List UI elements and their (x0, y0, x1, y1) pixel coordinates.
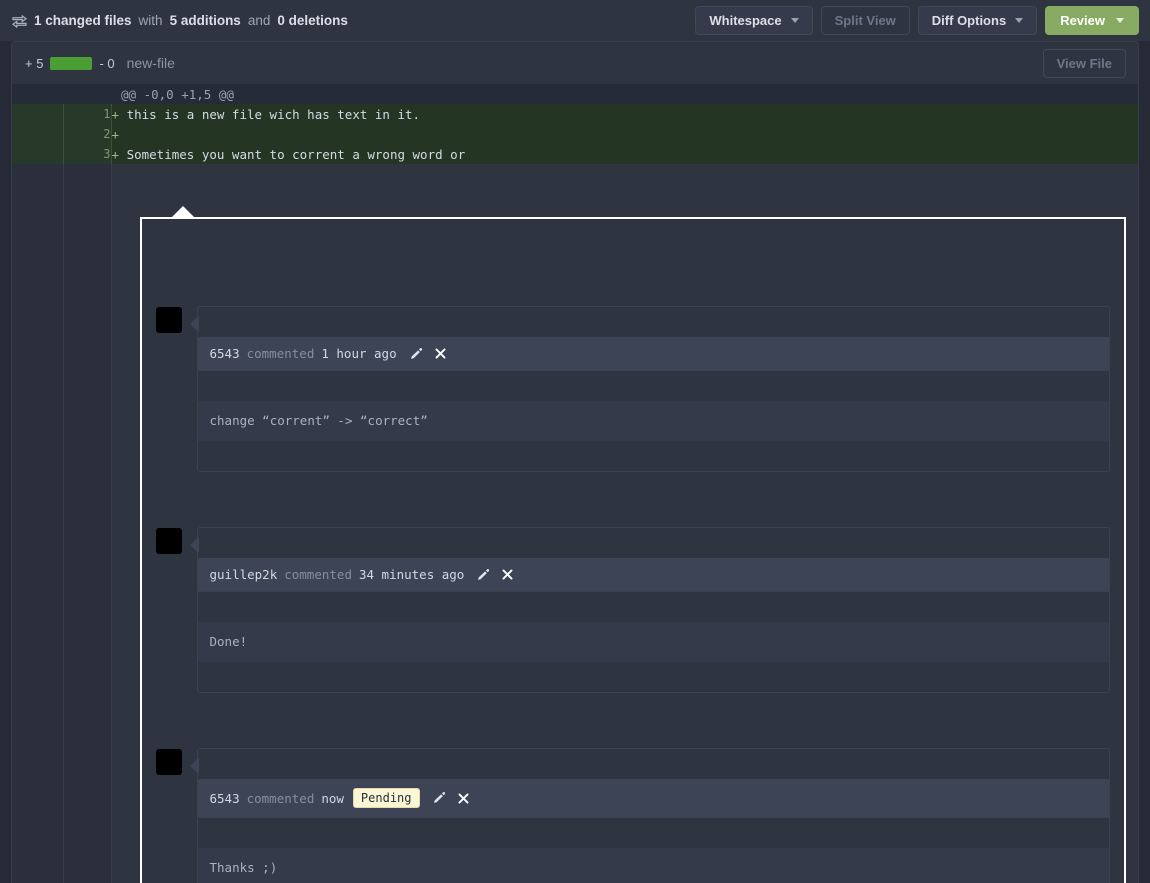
whitespace-button[interactable]: Whitespace (695, 6, 813, 35)
diff-line-2[interactable]: 2 + (12, 124, 1138, 144)
view-file-button[interactable]: View File (1042, 49, 1126, 78)
close-icon[interactable] (501, 568, 514, 581)
comment-timestamp: 34 minutes ago (358, 567, 465, 582)
chevron-down-icon (1116, 18, 1124, 23)
comment-header: 6543 commented now Pending (197, 779, 1109, 818)
comment-author[interactable]: 6543 (210, 791, 240, 806)
comment: 6543 commented 1 hour ago change “corren… (155, 306, 1110, 472)
comment-body: Done! (197, 622, 1109, 662)
changed-files-count: 1 changed files (34, 13, 132, 28)
comment-verb: commented (284, 567, 352, 582)
diff-review-page: 1 changed files with 5 additions and 0 d… (0, 0, 1150, 883)
status-badge: Pending (352, 788, 420, 808)
additions-count: 5 additions (169, 13, 241, 28)
line-code: + Sometimes you want to corrent a wrong … (110, 144, 1138, 164)
summary-with: with (138, 13, 163, 28)
diff-table: @@ -0,0 +1,5 @@ 1 + this is a new file w… (12, 84, 1138, 883)
comment-timestamp: 1 hour ago (321, 346, 397, 361)
diff-options-button[interactable]: Diff Options (917, 6, 1038, 35)
line-marker: + (111, 106, 120, 122)
comment-body: Thanks ;) (197, 848, 1109, 883)
diff-line-3[interactable]: 3 + Sometimes you want to corrent a wron… (12, 144, 1138, 164)
comment-card: 6543 commented 1 hour ago change “corren… (189, 306, 1110, 472)
diff-body: @@ -0,0 +1,5 @@ 1 + this is a new file w… (11, 84, 1139, 883)
comment: guillep2k commented 34 minutes ago Done! (155, 527, 1110, 693)
review-label: Review (1060, 13, 1105, 28)
diff-icon (11, 14, 28, 29)
line-old-num (12, 144, 63, 164)
line-text: Sometimes you want to corrent a wrong wo… (126, 146, 466, 162)
chevron-down-icon (1015, 18, 1024, 23)
summary-and: and (247, 13, 271, 28)
avatar[interactable] (155, 749, 182, 775)
view-file-label: View File (1056, 56, 1112, 71)
review-button[interactable]: Review (1045, 6, 1139, 35)
file-header: + 5 - 0 new-file View File (11, 41, 1139, 84)
line-code: + (110, 124, 1138, 144)
pencil-icon[interactable] (476, 568, 490, 582)
avatar[interactable] (155, 528, 182, 554)
hunk-gutter-new (63, 84, 111, 104)
file-additions: + 5 (25, 55, 44, 71)
comment-verb: commented (246, 346, 315, 361)
comment-thread-row: 6543 commented 1 hour ago change “corren… (12, 164, 1138, 883)
diffstat-bar (50, 56, 93, 70)
line-old-num (12, 104, 63, 124)
close-icon[interactable] (457, 792, 470, 805)
comment-header: guillep2k commented 34 minutes ago (197, 558, 1109, 592)
file-name[interactable]: new-file (127, 55, 175, 71)
chevron-down-icon (790, 18, 799, 23)
line-text: this is a new file wich has text in it. (126, 106, 421, 122)
pencil-icon[interactable] (432, 791, 446, 805)
split-view-button[interactable]: Split View (820, 6, 910, 35)
thread-container: 6543 commented 1 hour ago change “corren… (110, 164, 1138, 883)
line-new-num: 3 (62, 144, 111, 164)
comment-header: 6543 commented 1 hour ago (197, 337, 1109, 371)
file-deletions: - 0 (99, 55, 115, 71)
comment-author[interactable]: guillep2k (210, 567, 278, 582)
comment-thread-inner: 6543 commented 1 hour ago change “corren… (142, 249, 1125, 883)
diff-options-label: Diff Options (931, 13, 1007, 28)
diff-line-1[interactable]: 1 + this is a new file wich has text in … (12, 104, 1138, 124)
deletions-count: 0 deletions (277, 13, 348, 28)
diff-summary: 1 changed files with 5 additions and 0 d… (11, 13, 348, 29)
toolbar-actions: Whitespace Split View Diff Options Revie… (695, 6, 1139, 35)
file-diffstat: + 5 - 0 (25, 56, 115, 71)
comment-card: guillep2k commented 34 minutes ago Done! (189, 527, 1110, 693)
top-toolbar: 1 changed files with 5 additions and 0 d… (0, 0, 1150, 41)
pencil-icon[interactable] (409, 347, 423, 361)
comment-body: change “corrent” -> “correct” (197, 401, 1109, 441)
thread-gutter-old (12, 164, 63, 883)
comment-verb: commented (246, 790, 315, 806)
thread-gutter-new (62, 164, 111, 883)
line-code: + this is a new file wich has text in it… (110, 104, 1138, 124)
hunk-gutter-old (12, 84, 63, 104)
line-marker: + (111, 146, 120, 162)
line-new-num: 2 (62, 124, 111, 144)
comment-author[interactable]: 6543 (210, 346, 240, 361)
line-marker: + (111, 126, 120, 142)
close-icon[interactable] (434, 347, 447, 360)
avatar[interactable] (155, 307, 182, 333)
comment-timestamp: now (321, 790, 344, 806)
hunk-header-text: @@ -0,0 +1,5 @@ (111, 84, 1138, 104)
comment-card: 6543 commented now Pending Thanks ;) (189, 748, 1110, 883)
split-view-label: Split View (834, 13, 896, 28)
whitespace-label: Whitespace (709, 13, 782, 28)
line-new-num: 1 (62, 104, 111, 124)
diff-hunk-header-row: @@ -0,0 +1,5 @@ (12, 84, 1138, 104)
comment: 6543 commented now Pending Thanks ;) (155, 748, 1110, 883)
line-old-num (12, 124, 63, 144)
comment-thread: 6543 commented 1 hour ago change “corren… (139, 206, 1126, 883)
